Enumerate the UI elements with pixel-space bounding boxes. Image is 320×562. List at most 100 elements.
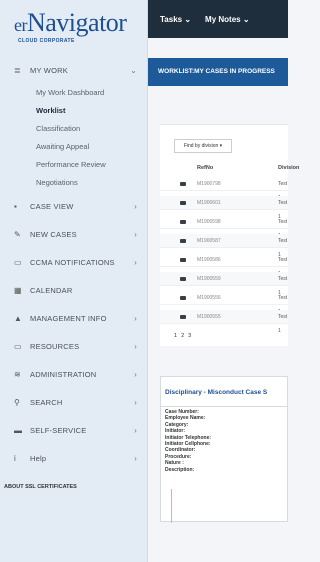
nav-section-label: RESOURCES (30, 341, 80, 351)
chevron-down-icon: ⌄ (184, 14, 192, 24)
mynotes-menu-label: My Notes (205, 14, 241, 24)
case-detail-panel: Disciplinary - Misconduct Case S Case Nu… (160, 376, 288, 523)
logo[interactable]: erNavigator CLOUD CORPORATE (0, 0, 147, 54)
ref-no-cell: M1900586 (197, 257, 221, 263)
info-icon: i (14, 453, 16, 463)
chevron-down-icon: ⌄ (242, 14, 250, 24)
logo-subtitle: CLOUD CORPORATE (18, 38, 75, 44)
sidebar: erNavigator CLOUD CORPORATE ≣ MY WORK ⌄ My … (0, 0, 148, 562)
nav-section-help[interactable]: i Help › (0, 444, 147, 472)
nav-section-admin[interactable]: ≋ ADMINISTRATION › (0, 360, 147, 388)
find-by-division-dropdown[interactable]: Find by division ▾ (174, 139, 232, 153)
sidebar-item-worklist[interactable]: Worklist (0, 102, 147, 120)
folder-icon[interactable] (180, 258, 186, 262)
sidebar-item-classification[interactable]: Classification (0, 120, 147, 138)
ssl-certificates-link[interactable]: ABOUT SSL CERTIFICATES (0, 472, 147, 490)
ref-no-cell: M1900556 (197, 295, 221, 301)
sidebar-item-my-work-dashboard[interactable]: My Work Dashboard (0, 84, 147, 102)
nav-section-mgmt[interactable]: ▲ MANAGEMENT INFO › (0, 304, 147, 332)
notification-icon: ▭ (14, 257, 22, 267)
nav-section-ccma[interactable]: ▭ CCMA NOTIFICATIONS › (0, 248, 147, 276)
nav-section-label: ADMINISTRATION (30, 369, 97, 379)
chevron-right-icon: › (134, 341, 137, 351)
user-icon: ▲ (14, 313, 23, 323)
chevron-right-icon: › (134, 369, 137, 379)
tasks-menu[interactable]: Tasks ⌄ (160, 15, 191, 24)
table-row[interactable]: M1900601 Test 1 (160, 196, 288, 220)
nav-section-self[interactable]: ▬ SELF-SERVICE › (0, 416, 147, 444)
table-row[interactable]: M1900587 Test 1 (160, 234, 288, 258)
chevron-right-icon: › (134, 257, 137, 267)
nav-section-label: SEARCH (30, 397, 63, 407)
page-link[interactable]: 3 (188, 333, 191, 339)
nav-section-newcases[interactable]: ✎ NEW CASES › (0, 220, 147, 248)
folder-icon[interactable] (180, 239, 186, 243)
logo-prefix: er (14, 15, 27, 35)
folder-icon[interactable] (180, 315, 186, 319)
folder-icon[interactable] (180, 277, 186, 281)
table-row[interactable]: M1900559 Test 1 (160, 272, 288, 296)
top-bar: Tasks ⌄ My Notes ⌄ (148, 0, 288, 38)
chevron-right-icon: › (134, 397, 137, 407)
tasks-menu-label: Tasks (160, 14, 183, 24)
folder-icon[interactable] (180, 296, 186, 300)
ref-no-cell: M1900587 (197, 238, 221, 244)
table-row[interactable]: M1900586Test 1 (160, 253, 288, 277)
folder-icon[interactable] (180, 201, 186, 205)
chevron-right-icon: › (134, 425, 137, 435)
table-row[interactable]: M1900798Test 1 (160, 177, 288, 201)
nav-section-resources[interactable]: ▭ RESOURCES › (0, 332, 147, 360)
search-icon: ⚲ (14, 397, 21, 407)
column-header-division[interactable]: Division (278, 161, 299, 175)
nav-section-label: MY WORK (30, 65, 68, 75)
table-row[interactable]: M1900598Test 1 (160, 215, 288, 239)
nav-section-label: NEW CASES (30, 229, 77, 239)
ref-no-cell: M1900555 (197, 314, 221, 320)
logo-text: Navigator (26, 8, 127, 37)
detail-field-label: Description: (165, 466, 195, 473)
list-icon: ≣ (14, 65, 21, 75)
nav-section-label: CASE VIEW (30, 201, 74, 211)
page-link[interactable]: 1 (174, 333, 177, 339)
folder-icon: ▭ (14, 341, 22, 351)
nav-section-search[interactable]: ⚲ SEARCH › (0, 388, 147, 416)
nav-section-caseview[interactable]: ▪ CASE VIEW › (0, 192, 147, 220)
folder-icon[interactable] (180, 220, 186, 224)
edit-icon: ✎ (14, 229, 21, 239)
chevron-right-icon: › (134, 201, 137, 211)
sidebar-item-performance-review[interactable]: Performance Review (0, 156, 147, 174)
worklist-panel: Find by division ▾ RefNo Division M19007… (160, 124, 299, 346)
chevron-right-icon: › (134, 313, 137, 323)
table-row[interactable]: M1900556Test 1 (160, 291, 288, 315)
table-row[interactable]: M1900555 Test 1 (160, 310, 288, 334)
mynotes-menu[interactable]: My Notes ⌄ (205, 15, 250, 24)
calendar-icon: ▦ (14, 285, 22, 295)
ref-no-cell: M1900559 (197, 276, 221, 282)
sidebar-item-awaiting-appeal[interactable]: Awaiting Appeal (0, 138, 147, 156)
divider (171, 489, 172, 523)
chevron-down-icon: ⌄ (130, 65, 137, 75)
card-icon: ▬ (14, 425, 23, 435)
nav-section-calendar[interactable]: ▦ CALENDAR (0, 276, 147, 304)
column-header-refno[interactable]: RefNo (197, 161, 213, 175)
nav-section-label: MANAGEMENT INFO (30, 313, 107, 323)
nav-section-label: Help (30, 453, 47, 463)
table-header: RefNo Division (160, 161, 299, 175)
settings-icon: ≋ (14, 369, 21, 379)
sidebar-item-negotiations[interactable]: Negotiations (0, 174, 147, 192)
ref-no-cell: M1900601 (197, 200, 221, 206)
detail-title: Disciplinary - Misconduct Case S (161, 377, 287, 407)
nav-section-mywork[interactable]: ≣ MY WORK ⌄ (0, 56, 147, 84)
nav-section-label: CALENDAR (30, 285, 73, 295)
caret-down-icon: ▾ (219, 143, 223, 149)
ref-no-cell: M1900598 (197, 219, 221, 225)
filter-label: Find by division (183, 143, 219, 149)
ref-no-cell: M1900798 (197, 181, 221, 187)
nav-section-label: SELF-SERVICE (30, 425, 87, 435)
chevron-right-icon: › (134, 453, 137, 463)
page-link[interactable]: 2 (181, 333, 184, 339)
division-cell: Test 1 (278, 314, 288, 334)
pagination: 123 (174, 333, 195, 339)
nav-section-label: CCMA NOTIFICATIONS (30, 257, 115, 267)
folder-icon[interactable] (180, 182, 186, 186)
